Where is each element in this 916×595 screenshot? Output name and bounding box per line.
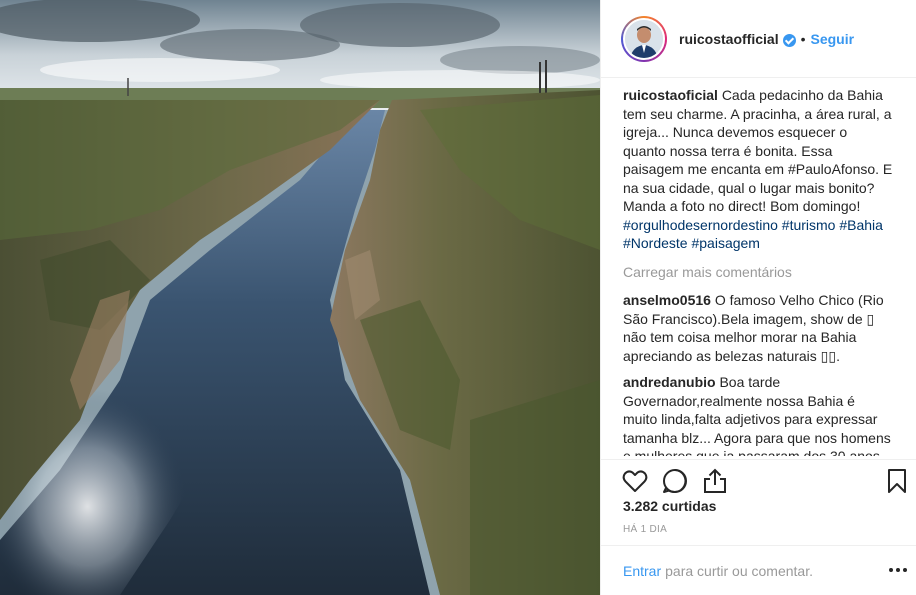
caption-author[interactable]: ruicostaoficial xyxy=(623,87,718,103)
avatar[interactable] xyxy=(621,15,667,62)
load-more-comments-button[interactable]: Carregar mais comentários xyxy=(623,263,893,282)
list-item: andredanubio Boa tarde Governador,realme… xyxy=(623,373,893,456)
comments-list[interactable]: ruicostaoficial Cada pedacinho da Bahia … xyxy=(623,86,893,456)
add-comment-hint: para curtir ou comentar. xyxy=(665,562,813,579)
caption: ruicostaoficial Cada pedacinho da Bahia … xyxy=(623,86,893,253)
caption-hashtags[interactable]: #orgulhodesernordestino #turismo #Bahia … xyxy=(623,217,883,252)
share-icon[interactable] xyxy=(701,467,729,495)
comment-icon[interactable] xyxy=(661,467,689,495)
comment-author[interactable]: andredanubio xyxy=(623,374,716,390)
person-portrait-icon xyxy=(625,19,663,58)
login-link[interactable]: Entrar xyxy=(623,563,661,579)
canyon-river-image xyxy=(0,0,600,595)
post-sidebar: ruicostaofficial • Seguir ruicostaoficia… xyxy=(600,0,916,595)
caption-text: Cada pedacinho da Bahia tem seu charme. … xyxy=(623,87,893,214)
verified-badge-icon xyxy=(782,34,796,47)
separator-dot: • xyxy=(800,30,806,47)
post-header: ruicostaofficial • Seguir xyxy=(601,0,916,78)
follow-button[interactable]: Seguir xyxy=(811,31,855,47)
post-date[interactable]: HÁ 1 DIA xyxy=(623,524,667,535)
more-options-icon[interactable] xyxy=(889,562,909,578)
comment-author[interactable]: anselmo0516 xyxy=(623,292,711,308)
likes-count[interactable]: 3.282 curtidas xyxy=(623,498,716,514)
list-item: anselmo0516 O famoso Velho Chico (Rio Sã… xyxy=(623,291,893,365)
header-username[interactable]: ruicostaofficial xyxy=(679,31,779,47)
instagram-post: ruicostaofficial • Seguir ruicostaoficia… xyxy=(0,0,916,595)
heart-icon[interactable] xyxy=(621,467,649,495)
bookmark-icon[interactable] xyxy=(883,467,911,495)
post-photo[interactable] xyxy=(0,0,600,595)
add-comment-bar: Entrar para curtir ou comentar. xyxy=(601,545,916,595)
avatar-image xyxy=(623,17,665,60)
